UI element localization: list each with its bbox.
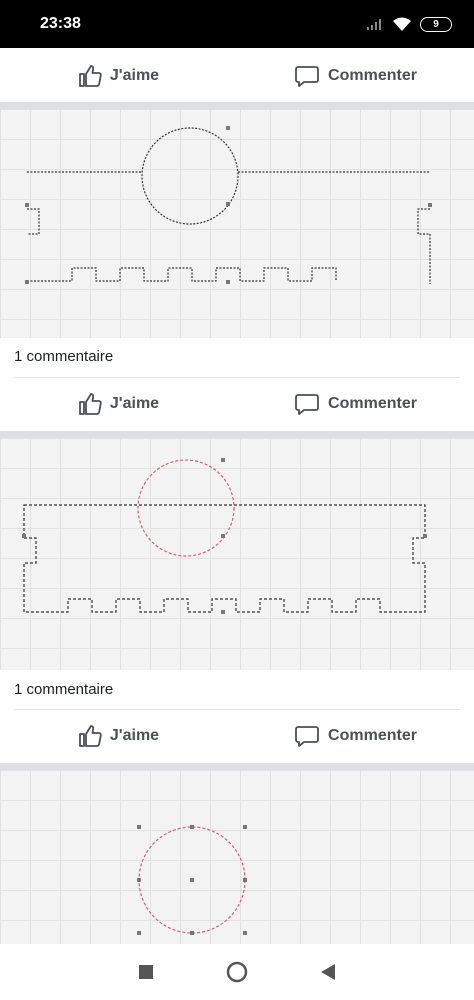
comment-bubble-icon xyxy=(295,394,319,415)
comment-button[interactable]: Commenter xyxy=(237,724,474,748)
post-image-3[interactable] xyxy=(0,770,474,944)
box-sketch-drawing-2 xyxy=(22,458,427,614)
wifi-icon xyxy=(393,17,411,31)
recent-apps-icon xyxy=(138,965,153,979)
status-time: 23:38 xyxy=(40,15,81,32)
like-button[interactable]: J'aime xyxy=(0,64,237,88)
comment-button[interactable]: Commenter xyxy=(237,64,474,88)
box-sketch-drawing-1 xyxy=(25,126,432,284)
post-actions-1: J'aime Commenter xyxy=(0,50,474,102)
recent-apps-button[interactable] xyxy=(126,952,166,992)
back-button[interactable] xyxy=(308,952,348,992)
battery-icon: 9 xyxy=(420,16,452,32)
post-actions-2: J'aime Commenter xyxy=(0,378,474,430)
comment-label: Commenter xyxy=(328,395,417,412)
status-icons: 9 xyxy=(366,16,452,32)
like-label: J'aime xyxy=(109,727,160,744)
post-image-2[interactable] xyxy=(0,438,474,670)
battery-level: 9 xyxy=(433,18,439,30)
like-label: J'aime xyxy=(109,395,160,412)
like-button[interactable]: J'aime xyxy=(0,392,237,416)
post-image-1[interactable] xyxy=(0,109,474,338)
back-icon xyxy=(321,964,336,980)
comment-button[interactable]: Commenter xyxy=(237,392,474,416)
thumbs-up-icon xyxy=(79,725,102,747)
post-separator xyxy=(0,763,474,770)
signal-icon xyxy=(367,19,381,30)
status-bar: 23:38 9 xyxy=(0,0,474,48)
comment-count[interactable]: 1 commentaire xyxy=(14,681,113,698)
post-separator xyxy=(0,102,474,109)
navigation-bar xyxy=(0,944,474,1000)
thumbs-up-icon xyxy=(79,65,102,87)
comment-label: Commenter xyxy=(328,727,417,744)
post-actions-3: J'aime Commenter xyxy=(0,710,474,762)
comment-label: Commenter xyxy=(328,67,417,84)
thumbs-up-icon xyxy=(79,393,102,415)
like-label: J'aime xyxy=(109,67,160,84)
post-separator xyxy=(0,431,474,438)
comment-bubble-icon xyxy=(295,66,319,87)
comment-count[interactable]: 1 commentaire xyxy=(14,348,113,365)
home-button[interactable] xyxy=(217,952,257,992)
comment-bubble-icon xyxy=(295,726,319,747)
circle-sketch-drawing xyxy=(137,825,247,935)
home-icon xyxy=(226,961,248,983)
like-button[interactable]: J'aime xyxy=(0,724,237,748)
